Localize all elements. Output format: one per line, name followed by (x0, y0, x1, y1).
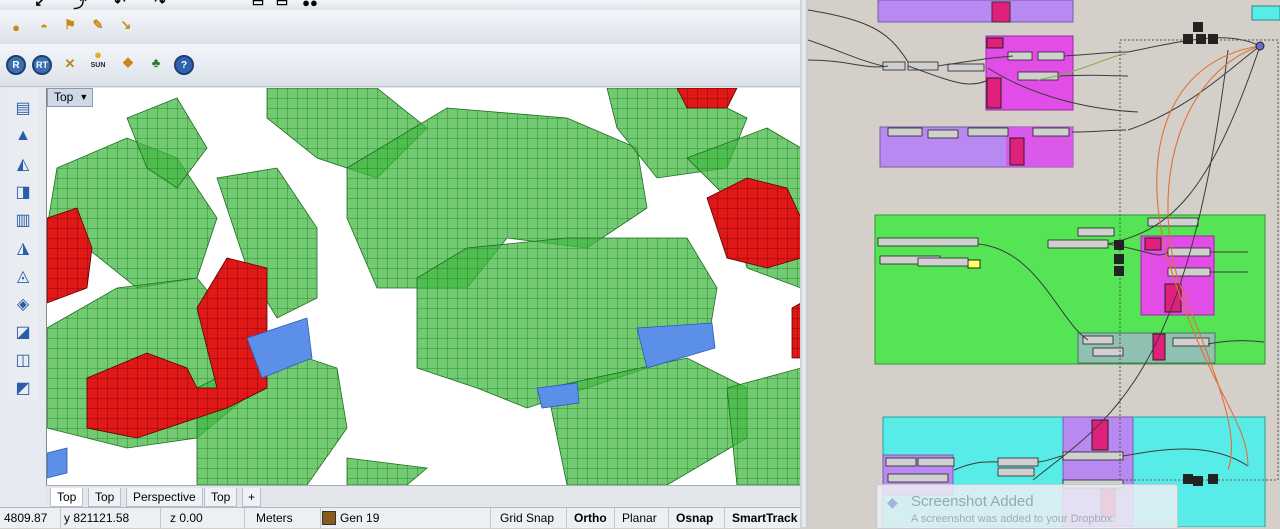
sun-label: SUN (90, 62, 106, 69)
rhino-window: ↙ ⤴ ↶ ↷ ▭ ▭ ●● ● ◓ ⚑ ✎ ↘ R RT ✕ ● SUN ◆ … (0, 0, 801, 528)
viewport-label[interactable]: Top ▼ (47, 88, 94, 107)
units-display[interactable]: Meters (252, 508, 321, 528)
group-cyan-corner (1251, 5, 1280, 21)
tab-top-1[interactable]: Top (50, 488, 84, 507)
surface-corner-icon[interactable]: ▲ (13, 126, 33, 146)
surface-patch-icon[interactable]: ◪ (13, 322, 33, 342)
environment-icon[interactable]: ♣ (144, 52, 168, 72)
surface-plane-icon[interactable]: ▤ (13, 98, 33, 118)
grid-snap-toggle[interactable]: Grid Snap (496, 508, 567, 528)
sun-icon: ● (94, 47, 102, 62)
viewport-tabs: Top Top Perspective Top + (46, 485, 800, 508)
city-model-render (47, 88, 801, 485)
surface-network-icon[interactable]: ◫ (13, 350, 33, 370)
component-top (991, 1, 1011, 23)
coord-x: 4809.87 (0, 508, 61, 528)
surface-edge-icon[interactable]: ▥ (13, 210, 33, 230)
layer-selector[interactable]: Gen 19 (318, 508, 491, 528)
surface-loft-icon[interactable]: ◨ (13, 182, 33, 202)
top-viewport[interactable]: Top ▼ (46, 88, 801, 485)
hemisphere-icon[interactable]: ◓ (34, 16, 54, 36)
surface-revolve-icon[interactable]: ◮ (13, 238, 33, 258)
flag-icon[interactable]: ⚑ (60, 15, 80, 35)
pencil-icon[interactable]: ✎ (88, 15, 108, 35)
coord-y: y 821121.58 (60, 508, 161, 528)
section-plane-icon[interactable]: ✕ (60, 54, 80, 74)
render-r-button[interactable]: R (6, 55, 26, 75)
toolbar-row-2: ● ◓ ⚑ ✎ ↘ (0, 10, 800, 45)
sun-button[interactable]: ● SUN (88, 47, 108, 69)
surface-rail-icon[interactable]: ◈ (13, 294, 33, 314)
ortho-toggle[interactable]: Ortho (570, 508, 615, 528)
surface-extrude-icon[interactable]: ◭ (13, 154, 33, 174)
gh-graph (808, 0, 1280, 527)
sphere-icon[interactable]: ● (6, 17, 26, 37)
arrow-down-right-icon[interactable]: ↘ (116, 15, 136, 35)
help-button[interactable]: ? (174, 55, 194, 75)
tab-perspective[interactable]: Perspective (126, 488, 203, 507)
render-rt-button[interactable]: RT (32, 55, 52, 75)
surface-toolbar: ▤ ▲ ◭ ◨ ▥ ◮ ◬ ◈ ◪ ◫ ◩ (8, 88, 38, 400)
wire-endpoint (1255, 41, 1265, 51)
screenshot-notification[interactable]: ◆ Screenshot Added A screenshot was adde… (876, 484, 1178, 529)
dropbox-icon: ◆ (887, 494, 898, 510)
coord-z: z 0.00 (166, 508, 245, 528)
ground-plane-icon[interactable]: ◆ (118, 52, 138, 72)
planar-toggle[interactable]: Planar (618, 508, 669, 528)
toolbar-row-3: R RT ✕ ● SUN ◆ ♣ ? (0, 44, 800, 87)
tab-top-2[interactable]: Top (88, 488, 122, 507)
window-splitter[interactable] (800, 0, 808, 527)
layer-name: Gen 19 (340, 511, 380, 525)
group-purple-top (877, 0, 1074, 23)
status-bar: 4809.87 y 821121.58 z 0.00 Meters Gen 19… (0, 507, 800, 528)
surface-sweep-icon[interactable]: ◬ (13, 266, 33, 286)
yellow-panel (967, 259, 981, 269)
notification-message: A screenshot was added to your Dropbox. (911, 513, 1116, 525)
grasshopper-canvas[interactable] (808, 0, 1280, 527)
tab-top-3[interactable]: Top (204, 488, 238, 507)
smarttrack-toggle[interactable]: SmartTrack (728, 508, 806, 528)
osnap-toggle[interactable]: Osnap (672, 508, 725, 528)
surface-blend-icon[interactable]: ◩ (13, 378, 33, 398)
add-tab-button[interactable]: + (242, 488, 262, 507)
chevron-down-icon[interactable]: ▼ (79, 89, 88, 106)
viewport-name: Top (54, 90, 74, 104)
layer-color-swatch (322, 511, 336, 525)
notification-title: Screenshot Added (911, 493, 1034, 510)
